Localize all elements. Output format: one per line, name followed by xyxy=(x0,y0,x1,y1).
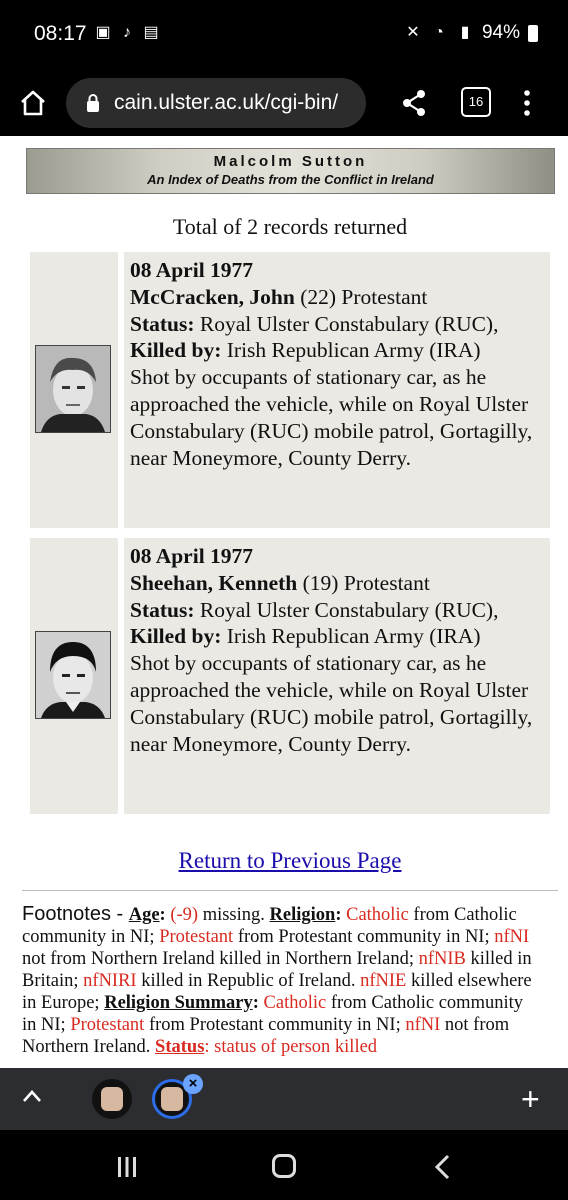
code-nfni: nfNI xyxy=(494,927,530,947)
status-bar: 08:17 ▣ ♪ ▤ ✕ ◔ ▮ 94% xyxy=(0,0,568,70)
avatar xyxy=(101,1087,123,1111)
status-label: Status: xyxy=(130,597,195,622)
record-details: 08 April 1977 McCracken, John (22) Prote… xyxy=(124,252,550,528)
mute-icon: ✕ xyxy=(406,24,420,41)
age-label: Age xyxy=(128,905,160,925)
killed-by-label: Killed by: xyxy=(130,624,222,649)
record-date: 08 April 1977 xyxy=(130,258,254,282)
battery-icon xyxy=(528,24,538,42)
bubble-tray: × + xyxy=(0,1068,568,1130)
footnote-text: from Protestant community in NI; xyxy=(233,927,495,947)
lock-icon xyxy=(87,94,99,112)
url-text: cain.ulster.ac.uk/cgi-bin/ xyxy=(114,91,339,114)
killed-by-value: Irish Republican Army (IRA) xyxy=(221,624,481,649)
code-nfni: nfNI xyxy=(405,1015,441,1035)
chat-bubble[interactable] xyxy=(92,1079,132,1119)
divider xyxy=(22,890,558,891)
notification-icons: ▣ ♪ ▤ xyxy=(94,24,160,42)
status-label: Status xyxy=(155,1037,205,1057)
code-nfniri: nfNIRI xyxy=(83,971,137,991)
record-photo-cell xyxy=(30,538,118,814)
home-nav-icon[interactable] xyxy=(272,1154,296,1178)
system-icons: ✕ ◔ ▮ 94% xyxy=(404,22,538,44)
footnote-text: from Protestant community in NI; xyxy=(144,1015,406,1035)
chevron-up-icon[interactable] xyxy=(22,1088,42,1104)
tab-switcher-button[interactable]: 16 xyxy=(461,87,491,117)
age-code: (-9) xyxy=(170,905,199,925)
recents-icon[interactable] xyxy=(116,1156,138,1178)
voicemail-icon: ▤ xyxy=(143,24,159,41)
overflow-menu-icon[interactable] xyxy=(520,88,534,118)
code-protestant: Protestant xyxy=(70,1015,145,1035)
share-icon[interactable] xyxy=(400,88,428,118)
record-name: Sheehan, Kenneth xyxy=(130,570,298,595)
code-nfnie: nfNIE xyxy=(360,971,407,991)
tiktok-icon: ♪ xyxy=(123,24,131,41)
code-protestant: Protestant xyxy=(159,927,234,947)
portrait-photo xyxy=(35,631,111,719)
avatar xyxy=(161,1087,183,1111)
code-catholic: Catholic xyxy=(346,905,409,925)
results-count: Total of 2 records returned xyxy=(172,214,408,239)
system-navigation-bar xyxy=(0,1130,568,1200)
banner-title: Malcolm Sutton xyxy=(213,153,368,170)
record-description: Shot by occupants of stationary car, as … xyxy=(130,365,533,470)
plus-icon[interactable]: + xyxy=(521,1083,540,1115)
site-banner: Malcolm Sutton An Index of Deaths from t… xyxy=(26,148,555,194)
close-icon[interactable]: × xyxy=(183,1074,203,1094)
religion-label: Religion xyxy=(269,905,336,925)
return-to-previous-page-link[interactable]: Return to Previous Page xyxy=(0,848,568,874)
footnote-text: killed in Republic of Ireland. xyxy=(136,971,361,991)
banner-subtitle: An Index of Deaths from the Conflict in … xyxy=(147,172,434,187)
record-age-religion: (22) Protestant xyxy=(294,284,428,309)
battery-level: 94% xyxy=(481,22,520,43)
signal-icon: ▮ xyxy=(460,24,470,41)
record-details: 08 April 1977 Sheehan, Kenneth (19) Prot… xyxy=(124,538,550,814)
footnotes: Footnotes - Age: (-9) missing. Religion:… xyxy=(22,903,532,1057)
address-bar[interactable]: cain.ulster.ac.uk/cgi-bin/ xyxy=(66,78,366,128)
killed-by-label: Killed by: xyxy=(130,338,222,363)
gallery-icon: ▣ xyxy=(95,24,111,41)
religion-summary-label: Religion Summary xyxy=(104,993,253,1013)
status-value: Royal Ulster Constabulary (RUC), xyxy=(194,597,499,622)
footnote-text: status of person killed xyxy=(209,1037,378,1057)
record-name: McCracken, John xyxy=(130,284,295,309)
killed-by-value: Irish Republican Army (IRA) xyxy=(221,338,481,363)
record-description: Shot by occupants of stationary car, as … xyxy=(130,651,533,756)
status-label: Status: xyxy=(130,311,195,336)
status-value: Royal Ulster Constabulary (RUC), xyxy=(194,311,499,336)
home-icon[interactable] xyxy=(18,88,48,118)
footnotes-heading: Footnotes - xyxy=(22,903,129,925)
record-age-religion: (19) Protestant xyxy=(297,570,430,595)
footnote-text: missing. xyxy=(198,905,270,925)
footnote-text: not from Northern Ireland killed in Nort… xyxy=(22,949,419,969)
wifi-icon: ◔ xyxy=(434,24,444,41)
record-photo-cell xyxy=(30,252,118,528)
record-date: 08 April 1977 xyxy=(130,544,254,568)
back-icon[interactable] xyxy=(433,1154,451,1180)
code-nfnib: nfNIB xyxy=(418,949,466,969)
clock: 08:17 xyxy=(34,22,87,45)
portrait-photo xyxy=(35,345,111,433)
code-catholic: Catholic xyxy=(263,993,327,1013)
browser-toolbar: cain.ulster.ac.uk/cgi-bin/ 16 xyxy=(0,70,568,136)
